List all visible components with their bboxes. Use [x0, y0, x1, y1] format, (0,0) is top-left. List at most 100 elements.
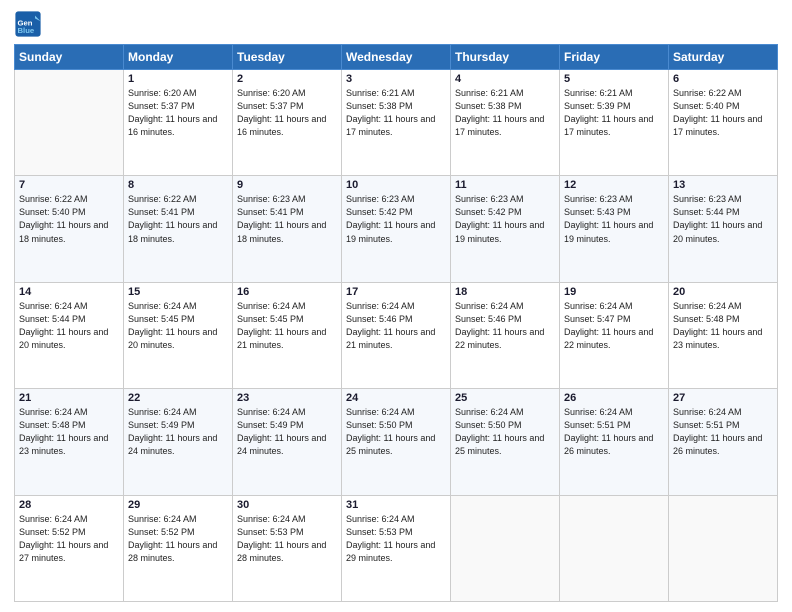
table-row: 10 Sunrise: 6:23 AMSunset: 5:42 PMDayligh…: [342, 176, 451, 282]
table-row: [15, 70, 124, 176]
table-row: 12 Sunrise: 6:23 AMSunset: 5:43 PMDayligh…: [560, 176, 669, 282]
day-number: 9: [237, 179, 337, 191]
table-row: [560, 495, 669, 601]
day-info: Sunrise: 6:24 AMSunset: 5:49 PMDaylight:…: [128, 406, 228, 458]
day-info: Sunrise: 6:22 AMSunset: 5:41 PMDaylight:…: [128, 193, 228, 245]
day-number: 11: [455, 179, 555, 191]
calendar-week-row: 28 Sunrise: 6:24 AMSunset: 5:52 PMDayligh…: [15, 495, 778, 601]
day-info: Sunrise: 6:24 AMSunset: 5:52 PMDaylight:…: [19, 513, 119, 565]
day-number: 16: [237, 286, 337, 298]
day-info: Sunrise: 6:24 AMSunset: 5:50 PMDaylight:…: [455, 406, 555, 458]
day-info: Sunrise: 6:24 AMSunset: 5:50 PMDaylight:…: [346, 406, 446, 458]
calendar-table: Sunday Monday Tuesday Wednesday Thursday…: [14, 44, 778, 602]
day-info: Sunrise: 6:23 AMSunset: 5:42 PMDaylight:…: [455, 193, 555, 245]
day-info: Sunrise: 6:24 AMSunset: 5:46 PMDaylight:…: [455, 300, 555, 352]
day-number: 3: [346, 73, 446, 85]
day-number: 27: [673, 392, 773, 404]
table-row: 30 Sunrise: 6:24 AMSunset: 5:53 PMDayligh…: [233, 495, 342, 601]
day-info: Sunrise: 6:23 AMSunset: 5:41 PMDaylight:…: [237, 193, 337, 245]
table-row: 13 Sunrise: 6:23 AMSunset: 5:44 PMDayligh…: [669, 176, 778, 282]
table-row: 28 Sunrise: 6:24 AMSunset: 5:52 PMDayligh…: [15, 495, 124, 601]
svg-text:Blue: Blue: [18, 26, 35, 35]
day-number: 10: [346, 179, 446, 191]
day-number: 2: [237, 73, 337, 85]
day-number: 5: [564, 73, 664, 85]
header: Gen Blue: [14, 10, 778, 38]
table-row: 4 Sunrise: 6:21 AMSunset: 5:38 PMDaylight…: [451, 70, 560, 176]
col-sunday: Sunday: [15, 45, 124, 70]
day-info: Sunrise: 6:24 AMSunset: 5:51 PMDaylight:…: [564, 406, 664, 458]
table-row: [451, 495, 560, 601]
table-row: 26Sunrise: 6:24 AMSunset: 5:51 PMDayligh…: [560, 389, 669, 495]
day-number: 18: [455, 286, 555, 298]
table-row: 31 Sunrise: 6:24 AMSunset: 5:53 PMDayligh…: [342, 495, 451, 601]
table-row: 14Sunrise: 6:24 AMSunset: 5:44 PMDayligh…: [15, 282, 124, 388]
day-info: Sunrise: 6:21 AMSunset: 5:38 PMDaylight:…: [455, 87, 555, 139]
day-info: Sunrise: 6:24 AMSunset: 5:45 PMDaylight:…: [237, 300, 337, 352]
logo: Gen Blue: [14, 10, 46, 38]
day-info: Sunrise: 6:24 AMSunset: 5:48 PMDaylight:…: [19, 406, 119, 458]
day-number: 1: [128, 73, 228, 85]
table-row: 9 Sunrise: 6:23 AMSunset: 5:41 PMDaylight…: [233, 176, 342, 282]
calendar-week-row: 1 Sunrise: 6:20 AMSunset: 5:37 PMDaylight…: [15, 70, 778, 176]
day-info: Sunrise: 6:20 AMSunset: 5:37 PMDaylight:…: [237, 87, 337, 139]
day-number: 25: [455, 392, 555, 404]
day-number: 24: [346, 392, 446, 404]
day-info: Sunrise: 6:24 AMSunset: 5:45 PMDaylight:…: [128, 300, 228, 352]
col-tuesday: Tuesday: [233, 45, 342, 70]
day-number: 22: [128, 392, 228, 404]
table-row: 23Sunrise: 6:24 AMSunset: 5:49 PMDayligh…: [233, 389, 342, 495]
day-info: Sunrise: 6:21 AMSunset: 5:39 PMDaylight:…: [564, 87, 664, 139]
table-row: 15 Sunrise: 6:24 AMSunset: 5:45 PMDayligh…: [124, 282, 233, 388]
day-info: Sunrise: 6:24 AMSunset: 5:47 PMDaylight:…: [564, 300, 664, 352]
table-row: 27 Sunrise: 6:24 AMSunset: 5:51 PMDayligh…: [669, 389, 778, 495]
table-row: 18 Sunrise: 6:24 AMSunset: 5:46 PMDayligh…: [451, 282, 560, 388]
table-row: 5 Sunrise: 6:21 AMSunset: 5:39 PMDaylight…: [560, 70, 669, 176]
table-row: 21 Sunrise: 6:24 AMSunset: 5:48 PMDayligh…: [15, 389, 124, 495]
col-saturday: Saturday: [669, 45, 778, 70]
table-row: 6Sunrise: 6:22 AMSunset: 5:40 PMDaylight…: [669, 70, 778, 176]
day-info: Sunrise: 6:22 AMSunset: 5:40 PMDaylight:…: [19, 193, 119, 245]
col-monday: Monday: [124, 45, 233, 70]
table-row: 17Sunrise: 6:24 AMSunset: 5:46 PMDayligh…: [342, 282, 451, 388]
table-row: 3 Sunrise: 6:21 AMSunset: 5:38 PMDaylight…: [342, 70, 451, 176]
day-number: 19: [564, 286, 664, 298]
day-info: Sunrise: 6:24 AMSunset: 5:53 PMDaylight:…: [346, 513, 446, 565]
day-number: 4: [455, 73, 555, 85]
day-number: 15: [128, 286, 228, 298]
day-number: 13: [673, 179, 773, 191]
day-info: Sunrise: 6:24 AMSunset: 5:48 PMDaylight:…: [673, 300, 773, 352]
table-row: 1 Sunrise: 6:20 AMSunset: 5:37 PMDaylight…: [124, 70, 233, 176]
day-info: Sunrise: 6:24 AMSunset: 5:53 PMDaylight:…: [237, 513, 337, 565]
day-number: 6: [673, 73, 773, 85]
calendar-header-row: Sunday Monday Tuesday Wednesday Thursday…: [15, 45, 778, 70]
calendar-week-row: 14Sunrise: 6:24 AMSunset: 5:44 PMDayligh…: [15, 282, 778, 388]
day-number: 31: [346, 499, 446, 511]
day-number: 21: [19, 392, 119, 404]
table-row: 24 Sunrise: 6:24 AMSunset: 5:50 PMDayligh…: [342, 389, 451, 495]
table-row: 19 Sunrise: 6:24 AMSunset: 5:47 PMDayligh…: [560, 282, 669, 388]
table-row: 22 Sunrise: 6:24 AMSunset: 5:49 PMDayligh…: [124, 389, 233, 495]
day-info: Sunrise: 6:23 AMSunset: 5:44 PMDaylight:…: [673, 193, 773, 245]
table-row: 11 Sunrise: 6:23 AMSunset: 5:42 PMDayligh…: [451, 176, 560, 282]
day-info: Sunrise: 6:24 AMSunset: 5:51 PMDaylight:…: [673, 406, 773, 458]
day-info: Sunrise: 6:23 AMSunset: 5:43 PMDaylight:…: [564, 193, 664, 245]
table-row: 29Sunrise: 6:24 AMSunset: 5:52 PMDayligh…: [124, 495, 233, 601]
table-row: 2 Sunrise: 6:20 AMSunset: 5:37 PMDaylight…: [233, 70, 342, 176]
day-info: Sunrise: 6:23 AMSunset: 5:42 PMDaylight:…: [346, 193, 446, 245]
page: Gen Blue Sunday Monday Tuesday Wednesday…: [0, 0, 792, 612]
day-info: Sunrise: 6:24 AMSunset: 5:52 PMDaylight:…: [128, 513, 228, 565]
table-row: [669, 495, 778, 601]
col-wednesday: Wednesday: [342, 45, 451, 70]
day-number: 30: [237, 499, 337, 511]
day-info: Sunrise: 6:21 AMSunset: 5:38 PMDaylight:…: [346, 87, 446, 139]
day-number: 8: [128, 179, 228, 191]
table-row: 7Sunrise: 6:22 AMSunset: 5:40 PMDaylight…: [15, 176, 124, 282]
day-info: Sunrise: 6:20 AMSunset: 5:37 PMDaylight:…: [128, 87, 228, 139]
day-number: 12: [564, 179, 664, 191]
table-row: 8 Sunrise: 6:22 AMSunset: 5:41 PMDaylight…: [124, 176, 233, 282]
col-thursday: Thursday: [451, 45, 560, 70]
table-row: 20Sunrise: 6:24 AMSunset: 5:48 PMDayligh…: [669, 282, 778, 388]
day-info: Sunrise: 6:24 AMSunset: 5:44 PMDaylight:…: [19, 300, 119, 352]
day-number: 28: [19, 499, 119, 511]
